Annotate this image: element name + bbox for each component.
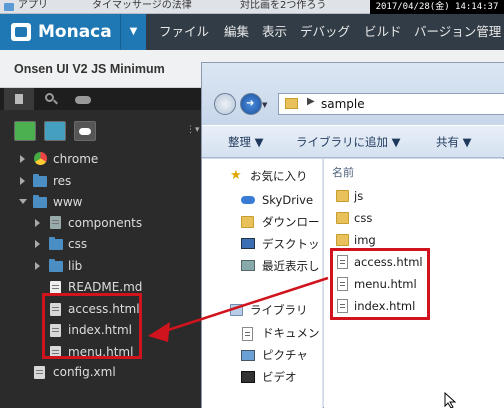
- tree-item-config[interactable]: config.xml: [53, 361, 116, 383]
- clock-readout: 2017/04/28(金) 14:14:37: [370, 0, 504, 14]
- add-to-library-button[interactable]: ライブラリに追加 ▼: [296, 126, 401, 159]
- organize-button[interactable]: 整理 ▼: [228, 126, 264, 159]
- explorer-window: ➜ ▼ ▶ sample 整理 ▼ ライブラリに追加 ▼ 共有 ▼ ★ お気に入…: [201, 62, 504, 408]
- downloads-folder-icon: [241, 216, 254, 228]
- monaca-logo-icon: [11, 23, 31, 41]
- pictures-icon: [241, 350, 255, 361]
- arrow-line: [161, 276, 329, 334]
- chrome-icon: [34, 152, 47, 165]
- menu-build[interactable]: ビルド: [364, 14, 402, 50]
- nav-desktop[interactable]: デスクトッ: [262, 233, 320, 255]
- xml-file-icon: [34, 366, 45, 379]
- column-header-name[interactable]: 名前: [332, 164, 354, 180]
- new-folder-icon[interactable]: [44, 121, 66, 141]
- history-dropdown-icon[interactable]: ▼: [262, 101, 267, 109]
- share-button[interactable]: 共有 ▼: [436, 126, 472, 159]
- menu-debug[interactable]: デバッグ: [300, 14, 350, 50]
- more-menu-icon[interactable]: ⋮▾: [186, 125, 200, 135]
- breadcrumb-separator-icon: ▶: [307, 96, 315, 107]
- tree-item-lib[interactable]: lib: [68, 255, 82, 277]
- upload-icon[interactable]: [74, 121, 96, 141]
- screen: アプリ タイマッサージの法律 対比画を2つ作ろう 2017/04/28(金) 1…: [0, 0, 504, 408]
- logo-dropdown-icon[interactable]: ▼: [120, 14, 146, 50]
- file-tree-sidebar: ⋮▾ chrome res www components css lib REA…: [0, 88, 205, 408]
- browser-tab-3[interactable]: 対比画を2つ作ろう: [240, 0, 370, 13]
- star-icon: ★: [230, 168, 242, 183]
- project-title: Onsen UI V2 JS Minimum: [14, 62, 165, 76]
- folder-icon: [285, 98, 298, 109]
- highlight-box-sidebar: [42, 293, 142, 359]
- menu-edit[interactable]: 編集: [224, 14, 249, 50]
- js-folder-icon: [50, 216, 61, 229]
- file-item-js[interactable]: js: [354, 185, 363, 207]
- nav-videos[interactable]: ビデオ: [262, 366, 297, 388]
- sidebar-tabs: [0, 88, 205, 110]
- nav-skydrive[interactable]: SkyDrive: [262, 189, 313, 211]
- desktop-icon: [241, 238, 255, 249]
- logo-area[interactable]: Monaca ▼: [0, 14, 146, 50]
- nav-downloads[interactable]: ダウンロー: [262, 211, 320, 233]
- forward-button[interactable]: ➜: [240, 93, 262, 115]
- sidebar-toolbar: ⋮▾: [0, 110, 205, 142]
- tree-item-res[interactable]: res: [53, 170, 71, 192]
- command-bar: 整理 ▼ ライブラリに追加 ▼ 共有 ▼: [202, 125, 504, 158]
- chevron-right-icon[interactable]: [35, 262, 40, 270]
- mouse-cursor-icon: [444, 392, 457, 408]
- folder-icon: [336, 190, 349, 202]
- tree-item-chrome[interactable]: chrome: [53, 148, 98, 170]
- browser-tab-strip: アプリ タイマッサージの法律 対比画を2つ作ろう 2017/04/28(金) 1…: [0, 0, 504, 14]
- address-bar-area: ➜ ▼ ▶ sample: [202, 63, 504, 125]
- chevron-down-icon[interactable]: [19, 199, 27, 204]
- file-item-css[interactable]: css: [354, 207, 372, 229]
- app-grid-icon: [4, 3, 14, 11]
- tree-item-components[interactable]: components: [68, 212, 142, 234]
- address-box[interactable]: ▶ sample: [278, 93, 504, 115]
- cloud-tab-icon[interactable]: [68, 88, 98, 110]
- search-tab-icon[interactable]: [36, 88, 66, 110]
- new-file-icon[interactable]: [14, 121, 36, 141]
- browser-tab-2[interactable]: タイマッサージの法律: [92, 0, 207, 13]
- highlight-box-explorer: [330, 248, 430, 320]
- videos-icon: [241, 371, 255, 383]
- app-header: Monaca ▼ ファイル 編集 表示 デバッグ ビルド バージョン管理: [0, 14, 504, 50]
- back-button[interactable]: [214, 93, 236, 115]
- folder-icon: [336, 234, 349, 246]
- chevron-right-icon[interactable]: [35, 240, 40, 248]
- drag-arrow: [148, 276, 329, 342]
- arrow-head: [148, 322, 170, 342]
- menu-version-control[interactable]: バージョン管理: [414, 14, 501, 50]
- menu-view[interactable]: 表示: [262, 14, 287, 50]
- folder-icon: [33, 195, 47, 208]
- nav-favorites[interactable]: お気に入り: [250, 165, 308, 187]
- folder-icon: [49, 259, 63, 272]
- folder-icon: [49, 237, 63, 250]
- browser-tab-apps[interactable]: アプリ: [18, 0, 66, 13]
- files-tab-icon[interactable]: [4, 88, 34, 110]
- chevron-right-icon[interactable]: [35, 219, 40, 227]
- menu-file[interactable]: ファイル: [159, 14, 209, 50]
- folder-icon: [33, 174, 47, 187]
- chevron-right-icon[interactable]: [20, 177, 25, 185]
- tree-item-css[interactable]: css: [68, 233, 87, 255]
- folder-icon: [336, 212, 349, 224]
- logo-text: Monaca: [38, 22, 112, 42]
- address-path: sample: [321, 97, 365, 111]
- chevron-right-icon[interactable]: [20, 155, 25, 163]
- tree-item-www[interactable]: www: [53, 191, 82, 213]
- cloud-icon: [241, 196, 255, 204]
